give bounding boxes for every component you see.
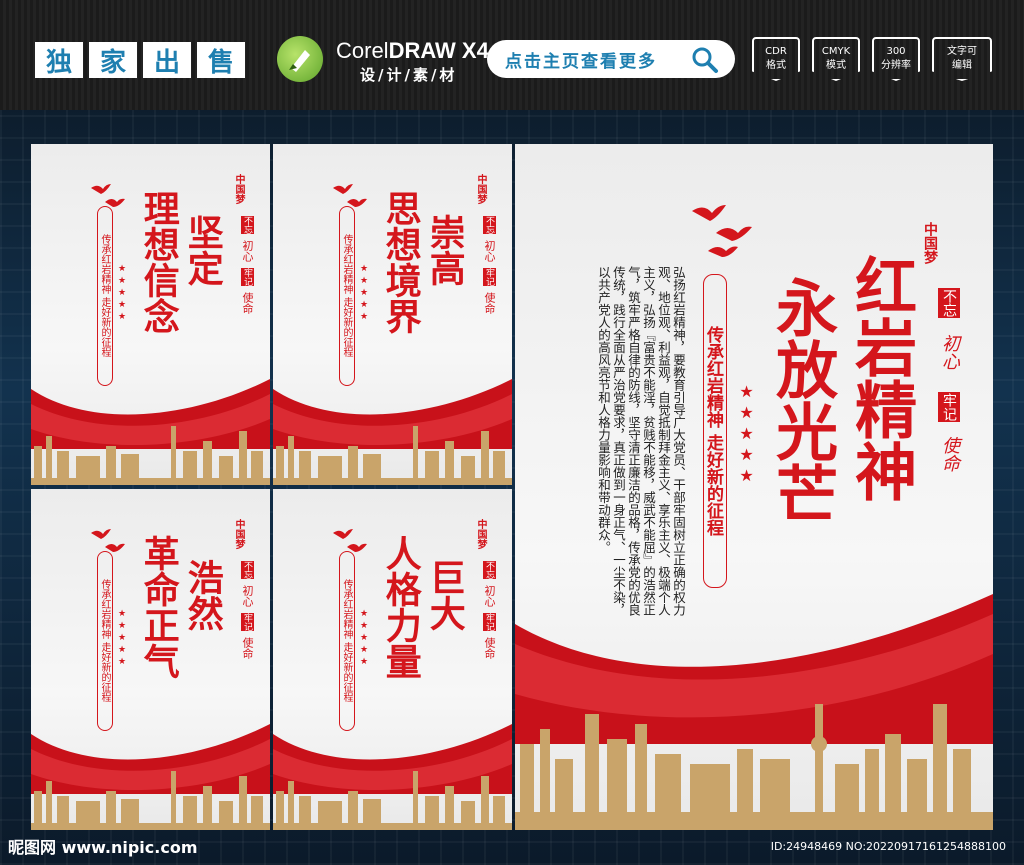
image-id: ID:24948469 NO:20220917161254888100 [770,840,1006,853]
dream-seal: 中国梦 [233,174,244,204]
motto-c: 牢记 [483,268,496,286]
motto-a: 不忘 [241,561,254,579]
motto-c: 牢记 [483,613,496,631]
motto-a: 不忘 [241,216,254,234]
small-title-line2: 浩然 [181,559,223,631]
homepage-search-button[interactable]: 点击主页查看更多 [487,40,735,78]
editable-text-badge: 文字可 编辑 [932,37,992,81]
motto-b: 初心 [241,240,254,262]
exclusive-char: 出 [143,42,191,78]
slogan-pill: 传承红岩精神 走好新的征程 [339,551,355,731]
search-label: 点击主页查看更多 [505,51,657,72]
doves-icon [692,205,752,257]
motto-a: 不忘 [938,288,960,318]
main-body-text: 弘扬红岩精神，要教育引导广大党员、干部牢固树立正确的权力观、地位观、利益观，自觉… [596,266,686,616]
exclusive-sale-label: 独 家 出 售 [35,42,245,78]
small-poster: 中国梦 不忘 初心 牢记 使命 思想境界 崇高 传承红岩精神 走好新的征程 ★★… [273,144,512,485]
cmyk-mode-badge: CMYK 模式 [812,37,860,81]
search-icon [691,46,719,79]
motto-d: 使命 [241,292,254,314]
slogan-pill: 传承红岩精神 走好新的征程 [339,206,355,386]
exclusive-char: 家 [89,42,137,78]
exclusive-char: 售 [197,42,245,78]
motto-d: 使命 [939,436,960,472]
slogan-pill: 传承红岩精神 走好新的征程 [97,551,113,731]
motto-c: 牢记 [241,268,254,286]
main-title-line1: 红岩精神 [844,254,918,502]
small-title-line1: 理想信念 [137,190,179,334]
stars-decoration: ★★★★★ [117,609,127,669]
format-badges: CDR 格式 CMYK 模式 300 分辨率 文字可 编辑 [752,37,992,81]
small-poster: 中国梦 不忘 初心 牢记 使命 理想信念 坚定 传承红岩精神 走好新的征程 ★★… [31,144,270,485]
dream-seal: 中国梦 [475,519,486,549]
motto-d: 使命 [483,292,496,314]
stars-decoration: ★★★★★ [359,264,369,324]
cdr-format-badge: CDR 格式 [752,37,800,81]
motto-b: 初心 [483,585,496,607]
motto-c: 牢记 [241,613,254,631]
motto-d: 使命 [483,637,496,659]
motto-a: 不忘 [483,216,496,234]
slogan-pill: 传承红岩精神 走好新的征程 [97,206,113,386]
city-skyline [31,426,270,485]
small-title-line2: 巨大 [423,559,465,631]
city-skyline [31,771,270,830]
small-title-line2: 崇高 [423,214,465,286]
small-title-line2: 坚定 [181,214,223,286]
small-title-line1: 人格力量 [379,535,421,679]
motto-a: 不忘 [483,561,496,579]
top-banner: 独 家 出 售 CorelDRAW X4 设/计/素/材 点击主页查看更多 CD… [0,0,1024,110]
city-skyline [515,704,993,830]
motto-b: 初心 [241,585,254,607]
dream-seal: 中国梦 [922,222,938,264]
small-poster: 中国梦 不忘 初心 牢记 使命 革命正气 浩然 传承红岩精神 走好新的征程 ★★… [31,489,270,830]
corel-subtitle: 设/计/素/材 [360,66,458,84]
dream-seal: 中国梦 [233,519,244,549]
dream-seal: 中国梦 [475,174,486,204]
slogan-pill: 传承红岩精神 走好新的征程 [703,274,727,588]
stars-decoration: ★★★★★ [117,264,127,324]
corel-title: CorelDRAW X4 [336,38,489,64]
city-skyline [273,426,512,485]
exclusive-char: 独 [35,42,83,78]
coreldraw-logo-icon [277,36,323,82]
motto-b: 初心 [939,334,960,370]
city-skyline [273,771,512,830]
small-poster: 中国梦 不忘 初心 牢记 使命 人格力量 巨大 传承红岩精神 走好新的征程 ★★… [273,489,512,830]
small-title-line1: 革命正气 [137,535,179,679]
stars-decoration: ★★★★★ [359,609,369,669]
motto-c: 牢记 [938,392,960,422]
motto-b: 初心 [483,240,496,262]
resolution-badge: 300 分辨率 [872,37,920,81]
main-title-line2: 永放光芒 [765,276,839,524]
small-title-line1: 思想境界 [379,190,421,334]
corel-title-bold: DRAW X4 [388,38,489,63]
nipic-logo: 昵图网 www.nipic.com [8,838,198,857]
motto-d: 使命 [241,637,254,659]
stars-decoration: ★★★★★ [737,382,756,487]
corel-title-prefix: Corel [336,38,389,63]
